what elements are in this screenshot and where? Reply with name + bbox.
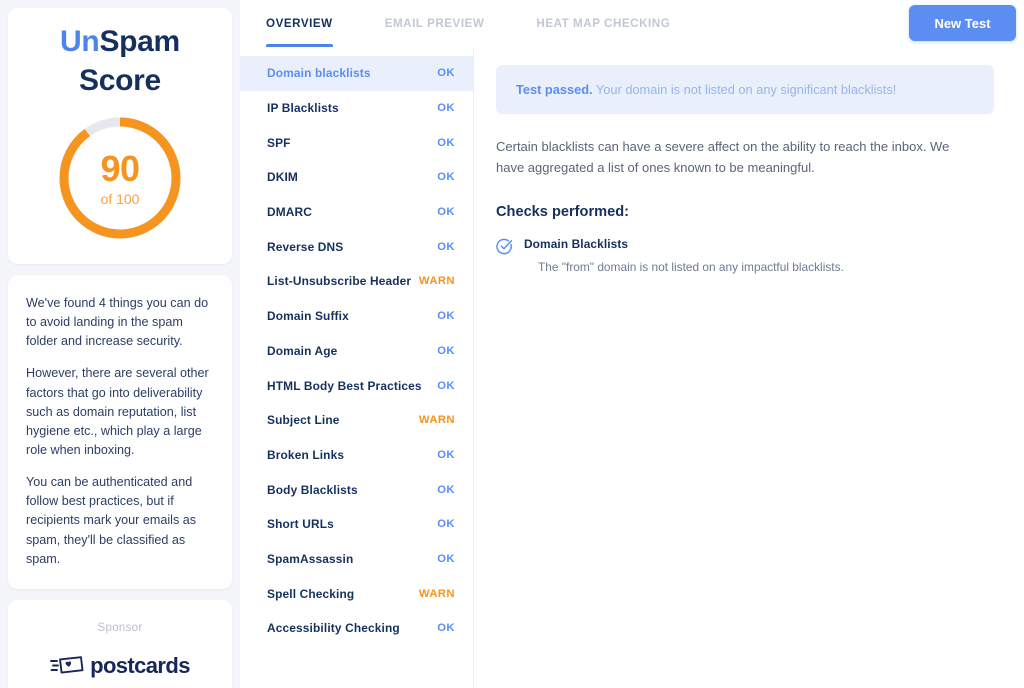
check-row[interactable]: Reverse DNS OK (240, 229, 473, 264)
check-row-status: WARN (418, 414, 455, 427)
info-paragraph: We've found 4 things you can do to avoid… (26, 296, 209, 349)
check-row-label: Subject Line (267, 413, 340, 428)
check-row[interactable]: Spell Checking WARN (240, 576, 473, 611)
status-banner-title: Test passed. (516, 82, 593, 97)
score-max-label: of 100 (100, 190, 140, 207)
info-paragraph: However, there are several other factors… (26, 366, 209, 457)
check-row-label: Body Blacklists (267, 482, 358, 497)
topbar: OVERVIEW EMAIL PREVIEW HEAT MAP CHECKING… (240, 0, 1024, 47)
check-row[interactable]: SPF OK (240, 125, 473, 160)
sponsor-logo-link[interactable]: postcards (24, 653, 216, 679)
check-row-status: WARN (418, 275, 455, 288)
check-row-status: OK (437, 483, 455, 496)
page-title: UnSpam Score (24, 22, 216, 100)
performed-check-title: Domain Blacklists (524, 236, 629, 251)
check-row-status: OK (437, 171, 455, 184)
check-row[interactable]: Accessibility Checking OK (240, 611, 473, 646)
check-row-status: OK (437, 67, 455, 80)
tab-email-preview[interactable]: EMAIL PREVIEW (385, 0, 485, 47)
main-area: OVERVIEW EMAIL PREVIEW HEAT MAP CHECKING… (240, 0, 1024, 688)
info-card: We've found 4 things you can do to avoid… (8, 275, 232, 589)
score-value: 90 (100, 147, 140, 189)
performed-check-desc: The "from" domain is not listed on any i… (538, 259, 844, 274)
check-row-status: OK (437, 102, 455, 115)
check-row-label: Domain Suffix (267, 309, 349, 324)
check-row-status: OK (437, 310, 455, 323)
app-root: UnSpam Score 90 of 100 We've found 4 thi… (0, 0, 1024, 688)
check-row-label: List-Unsubscribe Header (267, 274, 412, 289)
tab-heat-map-checking[interactable]: HEAT MAP CHECKING (536, 0, 670, 47)
score-card: UnSpam Score 90 of 100 (8, 8, 232, 264)
check-row-status: OK (437, 206, 455, 219)
check-row-label: IP Blacklists (267, 101, 339, 116)
check-row[interactable]: Domain Age OK (240, 334, 473, 369)
gauge-center: 90 of 100 (56, 114, 184, 242)
check-row[interactable]: HTML Body Best Practices OK (240, 368, 473, 403)
postcard-heart-icon (50, 656, 84, 674)
brand-prefix: Un (60, 25, 100, 58)
check-row-label: DMARC (267, 205, 313, 220)
brand-rest: Spam (99, 25, 180, 58)
check-row-label: DKIM (267, 170, 298, 185)
score-gauge-wrap: 90 of 100 (24, 114, 216, 242)
check-row-status: OK (437, 518, 455, 531)
check-row-label: HTML Body Best Practices (267, 378, 422, 393)
brand-line2: Score (79, 64, 161, 97)
check-row-status: OK (437, 136, 455, 149)
check-row-label: SpamAssassin (267, 551, 354, 566)
checks-performed-heading: Checks performed: (496, 203, 630, 220)
check-row[interactable]: SpamAssassin OK (240, 542, 473, 577)
check-row-label: Broken Links (267, 447, 345, 462)
status-banner: Test passed. Your domain is not listed o… (496, 65, 994, 115)
check-row[interactable]: DMARC OK (240, 195, 473, 230)
check-row-label: Accessibility Checking (267, 621, 400, 636)
performed-check-body: Domain Blacklists The "from" domain is n… (524, 237, 844, 274)
check-row[interactable]: Domain Suffix OK (240, 299, 473, 334)
new-test-button[interactable]: New Test (909, 5, 1016, 41)
check-row-status: OK (437, 379, 455, 392)
check-row-label: Reverse DNS (267, 239, 344, 254)
check-row-label: Short URLs (267, 517, 334, 532)
sponsor-logo-text: postcards (90, 652, 190, 678)
sidebar: UnSpam Score 90 of 100 We've found 4 thi… (0, 0, 240, 688)
check-row-status: OK (437, 344, 455, 357)
check-circle-icon (496, 238, 513, 254)
check-row-label: Domain blacklists (267, 66, 371, 81)
check-row-status: OK (437, 448, 455, 461)
check-row[interactable]: IP Blacklists OK (240, 91, 473, 126)
performed-check-item: Domain Blacklists The "from" domain is n… (496, 237, 994, 274)
tab-overview[interactable]: OVERVIEW (266, 0, 333, 47)
check-row[interactable]: Short URLs OK (240, 507, 473, 542)
check-row-status: OK (437, 622, 455, 635)
info-paragraph: You can be authenticated and follow best… (26, 475, 197, 566)
tab-bar: OVERVIEW EMAIL PREVIEW HEAT MAP CHECKING (266, 0, 722, 47)
sponsor-card: Sponsor postcards (8, 599, 232, 688)
check-row-label: SPF (267, 135, 291, 150)
sponsor-label: Sponsor (97, 621, 143, 634)
score-gauge: 90 of 100 (56, 114, 184, 242)
status-banner-text: Your domain is not listed on any signifi… (595, 82, 897, 97)
content-area: Domain blacklists OK IP Blacklists OK SPF OK D… (240, 47, 1024, 688)
check-description: Certain blacklists can have a severe aff… (496, 139, 950, 176)
check-row-status: WARN (418, 587, 455, 600)
check-row-label: Spell Checking (267, 586, 355, 601)
checks-list[interactable]: Domain blacklists OK IP Blacklists OK SPF OK D… (240, 47, 474, 688)
check-row[interactable]: List-Unsubscribe Header WARN (240, 264, 473, 299)
check-row-status: OK (437, 240, 455, 253)
check-detail-panel: Test passed. Your domain is not listed o… (474, 47, 1024, 688)
check-row[interactable]: DKIM OK (240, 160, 473, 195)
check-row[interactable]: Broken Links OK (240, 438, 473, 473)
check-row[interactable]: Body Blacklists OK (240, 472, 473, 507)
check-row[interactable]: Subject Line WARN (240, 403, 473, 438)
check-row[interactable]: Domain blacklists OK (240, 56, 473, 91)
check-row-label: Domain Age (267, 343, 338, 358)
check-row-status: OK (437, 552, 455, 565)
